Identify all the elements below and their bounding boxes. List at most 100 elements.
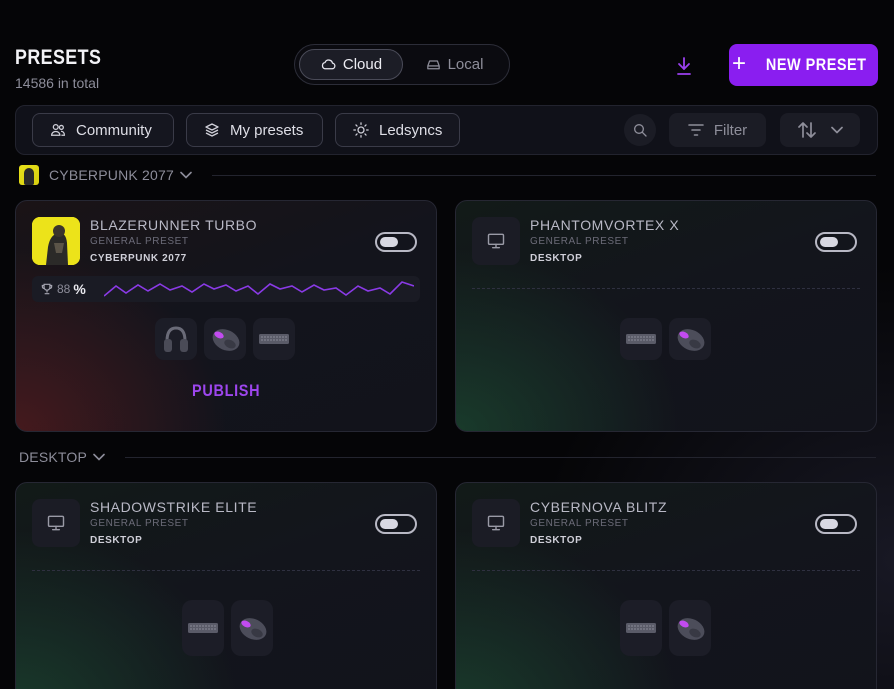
filter-label: Filter — [713, 121, 748, 139]
section-label: CYBERPUNK 2077 — [49, 167, 174, 183]
keyboard-icon — [626, 334, 656, 344]
character-art — [32, 217, 80, 265]
chevron-down-icon — [93, 453, 105, 461]
trophy-icon — [41, 283, 53, 295]
plus-icon: + — [731, 50, 747, 77]
chip-community[interactable]: Community — [32, 113, 174, 147]
chip-community-label: Community — [76, 121, 152, 139]
keyboard-icon — [259, 334, 289, 344]
keyboard-icon — [626, 623, 656, 633]
keyboard-device[interactable] — [182, 600, 224, 656]
page-header: PRESETS 14586 in total Cloud Local + NEW… — [15, 44, 878, 94]
filter-button[interactable]: Filter — [669, 113, 766, 147]
sort-arrows-icon — [798, 122, 816, 138]
preset-type: GENERAL PRESET — [90, 236, 189, 247]
monitor-icon — [487, 515, 505, 531]
chevron-down-icon — [180, 171, 192, 179]
cloud-icon — [321, 59, 336, 70]
divider — [472, 570, 860, 571]
preset-card[interactable]: CYBERNOVA BLITZ GENERAL PRESET DESKTOP — [455, 482, 877, 689]
preset-card[interactable]: PHANTOMVORTEX X GENERAL PRESET DESKTOP — [455, 200, 877, 432]
preset-toggle[interactable] — [375, 232, 417, 252]
keyboard-device[interactable] — [620, 318, 662, 360]
preset-context: DESKTOP — [90, 535, 143, 546]
preset-context: DESKTOP — [530, 535, 583, 546]
performance-sparkline — [104, 281, 414, 297]
monitor-thumb — [472, 499, 520, 547]
divider — [32, 570, 420, 571]
mouse-icon — [677, 329, 705, 351]
preset-card[interactable]: BLAZERUNNER TURBO GENERAL PRESET CYBERPU… — [15, 200, 437, 432]
game-cover-thumb — [32, 217, 80, 265]
preset-type: GENERAL PRESET — [90, 518, 189, 529]
chip-my-presets-label: My presets — [230, 121, 304, 139]
search-icon — [634, 124, 647, 137]
keyboard-device[interactable] — [620, 600, 662, 656]
mouse-device[interactable] — [204, 318, 246, 360]
monitor-thumb — [472, 217, 520, 265]
preset-toggle[interactable] — [375, 514, 417, 534]
page-title: PRESETS — [15, 46, 102, 69]
keyboard-device[interactable] — [253, 318, 295, 360]
performance-value: 88 — [57, 282, 71, 296]
chip-my-presets[interactable]: My presets — [186, 113, 323, 147]
preset-card[interactable]: SHADOWSTRIKE ELITE GENERAL PRESET DESKTO… — [15, 482, 437, 689]
new-preset-button[interactable]: + NEW PRESET — [729, 44, 878, 86]
mouse-device[interactable] — [669, 318, 711, 360]
mouse-device[interactable] — [669, 600, 711, 656]
device-list — [155, 318, 295, 360]
monitor-icon — [487, 233, 505, 249]
layers-icon — [205, 123, 219, 137]
section-divider — [125, 456, 876, 458]
sun-icon — [353, 122, 369, 138]
preset-name: SHADOWSTRIKE ELITE — [90, 499, 258, 515]
drive-icon — [426, 60, 440, 70]
tab-local-label: Local — [447, 56, 484, 73]
preset-name: BLAZERUNNER TURBO — [90, 217, 258, 233]
game-cover-thumb — [19, 165, 39, 185]
preset-context: DESKTOP — [530, 253, 583, 264]
mouse-icon — [239, 618, 267, 640]
preset-toggle[interactable] — [815, 514, 857, 534]
performance-unit: % — [73, 281, 86, 297]
download-icon[interactable] — [675, 56, 693, 76]
chip-ledsyncs-label: Ledsyncs — [379, 121, 443, 139]
tab-cloud[interactable]: Cloud — [299, 49, 403, 80]
keyboard-icon — [188, 623, 218, 633]
preset-type: GENERAL PRESET — [530, 236, 629, 247]
section-header-cyberpunk[interactable]: CYBERPUNK 2077 — [19, 164, 876, 186]
users-icon — [50, 123, 66, 136]
section-label: DESKTOP — [19, 449, 88, 465]
publish-button[interactable]: PUBLISH — [16, 381, 436, 401]
monitor-thumb — [32, 499, 80, 547]
device-list — [182, 600, 273, 656]
tab-local[interactable]: Local — [403, 49, 505, 80]
section-header-desktop[interactable]: DESKTOP — [19, 446, 876, 468]
preset-type: GENERAL PRESET — [530, 518, 629, 529]
device-list — [620, 600, 711, 656]
headset-icon — [164, 326, 188, 352]
search-button[interactable] — [624, 114, 656, 146]
preset-toggle[interactable] — [815, 232, 857, 252]
performance-label: 88 % — [40, 281, 86, 297]
source-switch: Cloud Local — [294, 44, 510, 85]
publish-label: PUBLISH — [191, 381, 261, 400]
preset-count: 14586 in total — [15, 75, 100, 91]
chevron-down-icon — [831, 126, 843, 134]
section-divider — [211, 174, 876, 176]
chip-ledsyncs[interactable]: Ledsyncs — [335, 113, 460, 147]
mouse-icon — [677, 618, 705, 640]
filter-toolbar: Community My presets Ledsyncs Filter — [15, 105, 878, 155]
mouse-device[interactable] — [231, 600, 273, 656]
device-list — [620, 318, 711, 360]
sort-button[interactable] — [780, 113, 860, 147]
mouse-icon — [212, 329, 240, 351]
filter-lines-icon — [688, 124, 704, 136]
preset-context: CYBERPUNK 2077 — [90, 253, 187, 264]
monitor-icon — [47, 515, 65, 531]
divider — [472, 288, 860, 289]
new-preset-label: NEW PRESET — [765, 55, 867, 74]
performance-strip: 88 % — [32, 276, 420, 302]
headset-device[interactable] — [155, 318, 197, 360]
tab-cloud-label: Cloud — [342, 56, 383, 73]
